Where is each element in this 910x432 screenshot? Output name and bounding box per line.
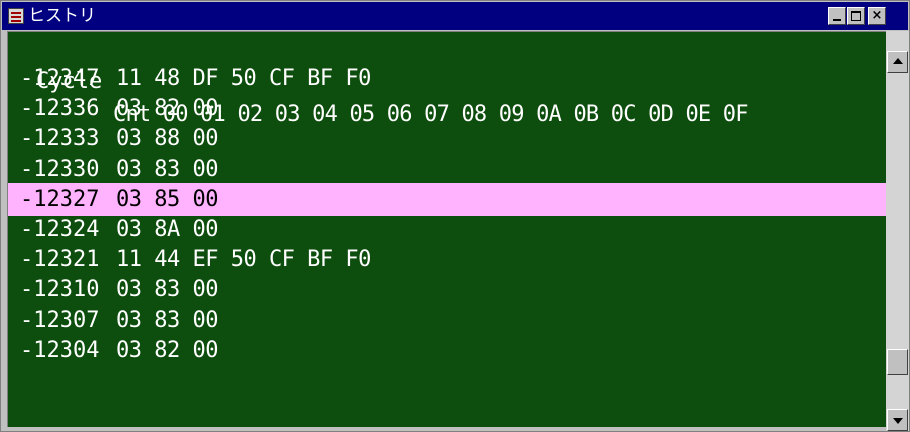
bytes-cell: 03 8A 00 — [116, 217, 218, 242]
close-icon: × — [871, 8, 883, 23]
table-row[interactable]: -12336 03 82 00 — [8, 92, 886, 125]
history-list[interactable]: Cycle Cnt 00 01 02 03 04 05 06 07 08 09 … — [7, 31, 886, 427]
bytes-cell: 03 83 00 — [116, 156, 218, 182]
cycle-cell: -12307 — [20, 307, 100, 333]
table-row[interactable]: -12330 03 83 00 — [8, 153, 886, 186]
app-icon[interactable] — [8, 8, 24, 24]
table-row[interactable]: -12347 11 48 DF 50 CF BF F0 — [8, 62, 886, 95]
table-row[interactable]: -12310 03 83 00 — [8, 273, 886, 306]
cycle-cell: -12310 — [20, 277, 100, 303]
table-row[interactable]: -12333 03 88 00 — [8, 122, 886, 155]
bytes-cell: 03 82 00 — [116, 337, 218, 363]
arrow-up-icon — [893, 58, 903, 64]
cycle-cell: -12347 — [20, 66, 100, 91]
title-bar[interactable]: ヒストリ × — [2, 2, 908, 30]
bytes-cell: 11 48 DF 50 CF BF F0 — [116, 66, 371, 91]
cycle-cell: -12330 — [20, 156, 100, 182]
history-window: ヒストリ × Cycle Cnt 00 01 02 03 04 05 06 07… — [0, 0, 910, 432]
window-title: ヒストリ — [28, 6, 96, 26]
bytes-cell: 11 44 EF 50 CF BF F0 — [116, 247, 371, 273]
close-button[interactable]: × — [868, 7, 886, 25]
column-header: Cycle Cnt 00 01 02 03 04 05 06 07 08 09 … — [8, 32, 886, 127]
bytes-cell: 03 83 00 — [116, 307, 218, 333]
bytes-cell: 03 88 00 — [116, 126, 218, 152]
minimize-button[interactable] — [828, 7, 846, 25]
scroll-up-button[interactable] — [887, 51, 908, 73]
scroll-thumb[interactable] — [887, 349, 908, 375]
table-row[interactable]: -12327 03 85 00 — [8, 182, 886, 216]
cycle-cell: -12324 — [20, 217, 100, 242]
cycle-cell: -12304 — [20, 337, 100, 363]
arrow-down-icon — [893, 418, 903, 424]
cycle-cell: -12336 — [20, 96, 100, 122]
scroll-down-button[interactable] — [887, 409, 908, 431]
cycle-cell: -12321 — [20, 247, 100, 273]
cycle-cell: -12327 — [20, 186, 100, 212]
maximize-button[interactable] — [847, 7, 865, 25]
vertical-scrollbar[interactable] — [886, 31, 909, 431]
bytes-cell: 03 83 00 — [116, 277, 218, 303]
bytes-cell: 03 82 00 — [116, 96, 218, 122]
table-row[interactable]: -12324 03 8A 00 — [8, 213, 886, 246]
bytes-cell: 03 85 00 — [116, 186, 218, 212]
table-row[interactable]: -12307 03 83 00 — [8, 304, 886, 337]
cycle-cell: -12333 — [20, 126, 100, 152]
table-row[interactable]: -12304 03 82 00 — [8, 334, 886, 367]
table-row[interactable]: -12321 11 44 EF 50 CF BF F0 — [8, 243, 886, 276]
